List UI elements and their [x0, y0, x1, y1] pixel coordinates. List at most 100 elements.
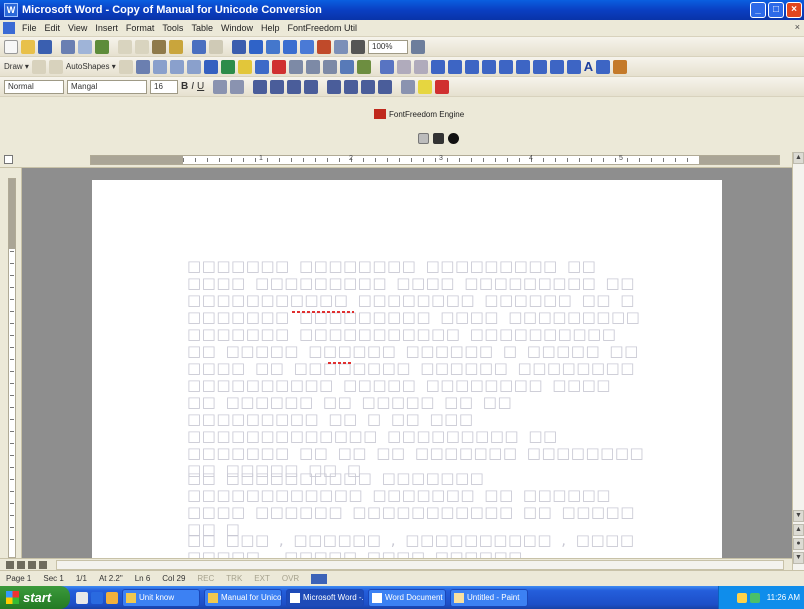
- italic-button[interactable]: I: [191, 81, 194, 92]
- flip-icon[interactable]: [549, 59, 564, 74]
- paragraph[interactable]: □□ □□□ , □□□□□□ , □□□□□□□□□□ , □□□□ □□□□…: [187, 532, 647, 559]
- numbering-icon[interactable]: [327, 79, 342, 94]
- clock[interactable]: 11:26 AM: [767, 593, 800, 602]
- drawing-icon[interactable]: [317, 39, 331, 54]
- big-a-icon[interactable]: A: [584, 59, 593, 74]
- document-page[interactable]: □□□□□□□ □□□□□□□□ □□□□□□□□□ □□ □□□□ □□□□□…: [92, 180, 722, 558]
- horizontal-scrollbar[interactable]: [56, 560, 784, 570]
- scroll-down-button[interactable]: ▼: [793, 510, 804, 522]
- format-painter-icon[interactable]: [169, 39, 183, 54]
- web-layout-icon[interactable]: [17, 561, 25, 569]
- ungroup-icon[interactable]: [498, 59, 513, 74]
- hyperlink-icon[interactable]: [232, 39, 246, 54]
- status-ext[interactable]: EXT: [248, 574, 276, 583]
- double-underline-icon[interactable]: [230, 79, 245, 94]
- help-mini-icon[interactable]: [448, 133, 459, 144]
- shadow-icon[interactable]: [339, 59, 354, 74]
- align-left-icon[interactable]: [253, 79, 268, 94]
- menu-fontfreedom-util[interactable]: FontFreedom Util: [283, 23, 361, 33]
- menu-insert[interactable]: Insert: [91, 23, 122, 33]
- oval-icon[interactable]: [169, 59, 184, 74]
- chinese-char-icon[interactable]: [613, 59, 628, 74]
- spelling-status-icon[interactable]: [311, 573, 328, 584]
- grid-icon[interactable]: [396, 59, 411, 74]
- clipart-icon[interactable]: [220, 59, 235, 74]
- paragraph[interactable]: □□□□□□□ □□□□□□□□ □□□□□□□□□ □□ □□□□ □□□□□…: [187, 258, 647, 479]
- menu-table[interactable]: Table: [187, 23, 217, 33]
- taskbar-item[interactable]: Manual for Unico...: [204, 588, 282, 607]
- menu-tools[interactable]: Tools: [158, 23, 187, 33]
- autoshapes-menu[interactable]: AutoShapes ▾: [66, 62, 116, 71]
- arrow-style-icon[interactable]: [322, 59, 337, 74]
- normal-view-icon[interactable]: [6, 561, 14, 569]
- font-select[interactable]: Mangal: [67, 79, 147, 94]
- insert-table-icon[interactable]: [266, 39, 280, 54]
- table-mini-icon[interactable]: [418, 133, 429, 144]
- status-ovr[interactable]: OVR: [276, 574, 305, 583]
- horizontal-ruler[interactable]: 1 2 3 4 5: [0, 152, 792, 168]
- new-document-icon[interactable]: [4, 39, 18, 54]
- order-icon[interactable]: [464, 59, 479, 74]
- undo-icon[interactable]: [192, 39, 206, 54]
- columns-icon[interactable]: [300, 39, 314, 54]
- nudge-icon[interactable]: [413, 59, 428, 74]
- group-icon[interactable]: [481, 59, 496, 74]
- dash-style-icon[interactable]: [305, 59, 320, 74]
- ruler-track[interactable]: 1 2 3 4 5: [90, 155, 780, 165]
- scroll-up-button[interactable]: ▲: [793, 152, 804, 164]
- insert-excel-icon[interactable]: [283, 39, 297, 54]
- status-trk[interactable]: TRK: [220, 574, 248, 583]
- close-button[interactable]: ×: [786, 2, 802, 18]
- rectangle-icon[interactable]: [152, 59, 167, 74]
- paste-icon[interactable]: [152, 39, 166, 54]
- tables-borders-icon[interactable]: [249, 39, 263, 54]
- show-desktop-icon[interactable]: [76, 591, 88, 604]
- maximize-button[interactable]: □: [768, 2, 784, 18]
- vertical-scrollbar[interactable]: ▲ ▼ ▲ ● ▼: [792, 152, 804, 570]
- next-page-button[interactable]: ▼: [793, 552, 804, 564]
- 3d-icon[interactable]: [356, 59, 371, 74]
- tray-icon[interactable]: [736, 592, 747, 603]
- text-color-icon[interactable]: [435, 79, 450, 94]
- highlight-icon[interactable]: [418, 79, 433, 94]
- zoom-select[interactable]: 100%: [368, 39, 408, 54]
- open-folder-icon[interactable]: [21, 39, 35, 54]
- line-color-icon[interactable]: [254, 59, 269, 74]
- paragraph[interactable]: □□ □□□□□□□□□□ □□□□□□□ □□□□□□□□□□□□ □□□□□…: [187, 470, 647, 538]
- copy-icon[interactable]: [135, 39, 149, 54]
- menu-file[interactable]: File: [18, 23, 41, 33]
- text-wrap-icon[interactable]: [566, 59, 581, 74]
- menu-view[interactable]: View: [64, 23, 91, 33]
- internet-explorer-icon[interactable]: [91, 591, 103, 604]
- redo-icon[interactable]: [209, 39, 223, 54]
- taskbar-item[interactable]: Unit know: [122, 588, 200, 607]
- minimize-button[interactable]: _: [750, 2, 766, 18]
- text-direction-icon[interactable]: [379, 59, 394, 74]
- help-icon[interactable]: [411, 39, 425, 54]
- document-map-icon[interactable]: [334, 39, 348, 54]
- justify-icon[interactable]: [304, 79, 319, 94]
- rotate-icon[interactable]: [532, 59, 547, 74]
- spelling-icon[interactable]: [95, 39, 109, 54]
- border-icon[interactable]: [401, 79, 416, 94]
- status-rec[interactable]: REC: [191, 574, 220, 583]
- word-app-icon[interactable]: W: [4, 3, 18, 17]
- fontfreedom-engine-button[interactable]: FontFreedom Engine: [374, 107, 466, 121]
- text-box-icon[interactable]: [186, 59, 201, 74]
- show-hide-icon[interactable]: [351, 39, 365, 54]
- print-layout-icon[interactable]: [28, 561, 36, 569]
- line-style-icon[interactable]: [288, 59, 303, 74]
- taskbar-item[interactable]: Word Document: [368, 588, 446, 607]
- align-right-icon[interactable]: [287, 79, 302, 94]
- vertical-ruler[interactable]: [0, 168, 22, 558]
- tray-icon[interactable]: [749, 592, 760, 603]
- style-select[interactable]: Normal: [4, 79, 64, 94]
- align-icon[interactable]: [430, 59, 445, 74]
- media-player-icon[interactable]: [106, 591, 118, 604]
- close-document-button[interactable]: ×: [795, 22, 800, 32]
- regroup-icon[interactable]: [515, 59, 530, 74]
- increase-indent-icon[interactable]: [378, 79, 393, 94]
- strikethrough-icon[interactable]: [213, 79, 228, 94]
- wordart-icon[interactable]: [203, 59, 218, 74]
- taskbar-item[interactable]: Untitled - Paint: [450, 588, 528, 607]
